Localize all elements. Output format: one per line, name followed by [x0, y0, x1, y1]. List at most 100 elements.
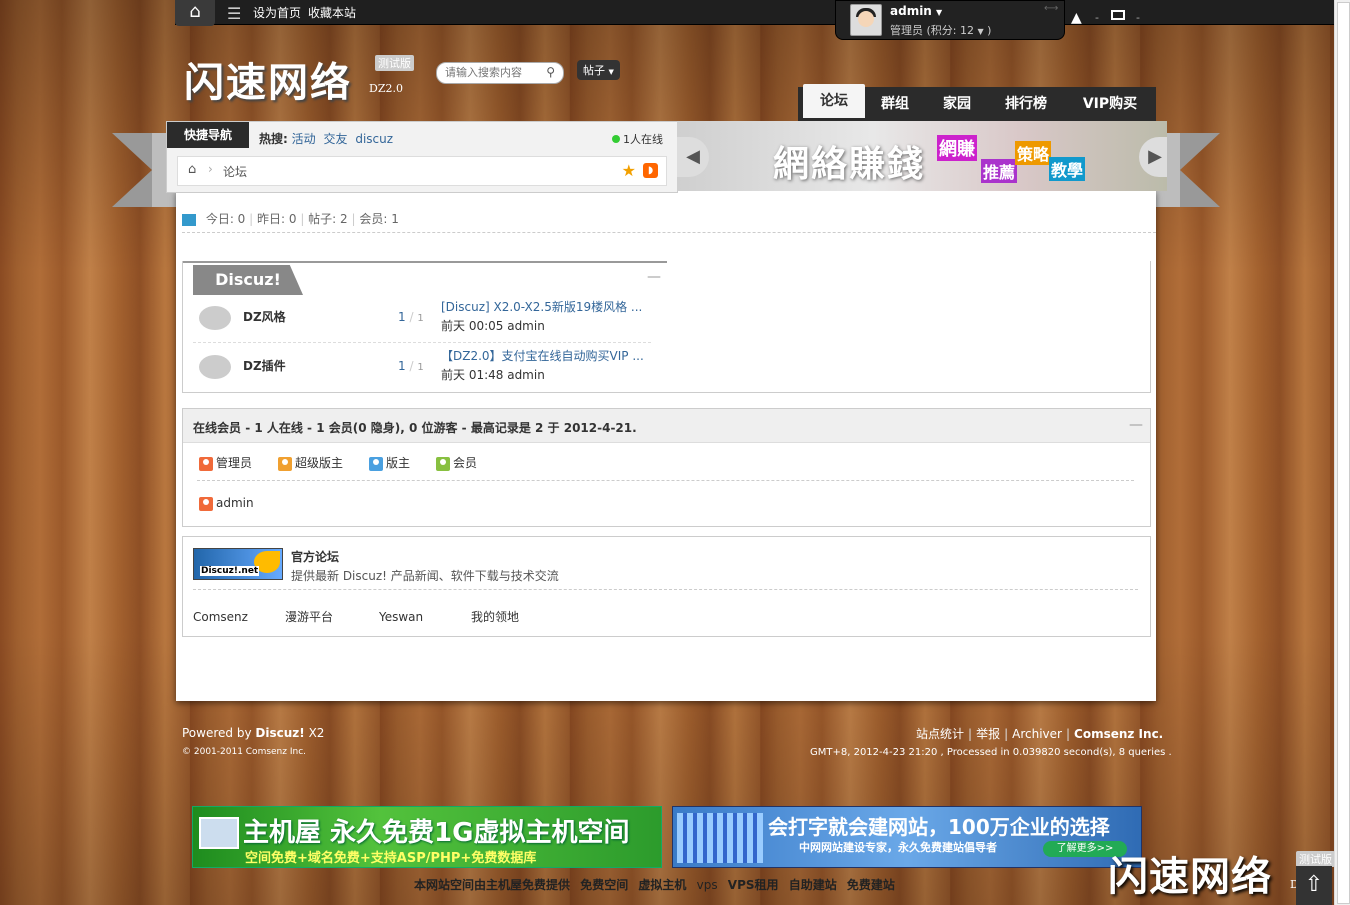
- ad-link[interactable]: 免费建站: [847, 878, 895, 892]
- star-icon[interactable]: ★: [622, 161, 636, 180]
- forum-row: DZ风格 1 / 1 [Discuz] X2.0-X2.5新版19楼风格 ...…: [193, 294, 651, 343]
- ad-link[interactable]: 免费空间: [580, 878, 628, 892]
- credits-menu[interactable]: (积分: 12: [927, 24, 975, 37]
- resize-icon[interactable]: ⟷: [1044, 3, 1058, 14]
- collapse-icon[interactable]: —: [1129, 417, 1143, 433]
- divider: [193, 589, 1138, 590]
- chevron-down-icon[interactable]: ▼: [978, 27, 984, 36]
- last-post-time[interactable]: 前天 00:05 admin: [441, 317, 545, 334]
- chevron-down-icon: ▼: [608, 68, 614, 76]
- hot-tag[interactable]: 交友: [323, 132, 347, 146]
- back-to-top-icon[interactable]: ⇧: [1296, 866, 1332, 905]
- category-title[interactable]: Discuz!: [193, 265, 303, 295]
- online-user: admin: [199, 496, 254, 511]
- quick-nav-bar: 快捷导航 热搜: 活动 交友 discuz 1人在线 ⌂ › 论坛 ★ ◗: [166, 121, 678, 193]
- archiver-link[interactable]: Archiver: [1012, 727, 1062, 741]
- quick-nav-button[interactable]: 快捷导航: [167, 122, 249, 148]
- home-icon[interactable]: ⌂: [175, 0, 215, 26]
- banner-text: 網絡賺錢: [773, 144, 926, 185]
- search-icon[interactable]: ⚲: [546, 65, 555, 79]
- username: admin: [890, 4, 932, 18]
- forum-row: DZ插件 1 / 1 【DZ2.0】支付宝在线自动购买VIP ... 前天 01…: [193, 343, 651, 391]
- ad-link[interactable]: VPS租用: [728, 878, 779, 892]
- mail-count: -: [1136, 11, 1140, 24]
- processed-info: GMT+8, 2012-4-23 21:20 , Processed in 0.…: [810, 747, 1172, 758]
- product-link[interactable]: Discuz!: [255, 726, 304, 740]
- username-menu[interactable]: admin ▼: [890, 4, 942, 18]
- hot-tag[interactable]: 活动: [292, 132, 316, 146]
- friend-link[interactable]: Yeswan: [379, 610, 423, 624]
- banner-tag: 策略: [1015, 141, 1052, 165]
- scroll-thumb[interactable]: [1337, 2, 1350, 904]
- discuz-logo[interactable]: Discuz!.net: [193, 548, 283, 580]
- chevron-right-icon[interactable]: ▶: [1139, 137, 1167, 177]
- home-icon[interactable]: ⌂: [188, 162, 196, 177]
- thread-count: 1: [398, 310, 406, 324]
- ad-text-links: 本网站空间由主机屋免费提供 免费空间 虚拟主机 vps VPS租用 自助建站 免…: [414, 876, 901, 893]
- friend-link[interactable]: 我的领地: [471, 608, 519, 625]
- alert-count: -: [1095, 11, 1099, 24]
- search-type-select[interactable]: 帖子 ▼: [577, 60, 620, 80]
- chart-icon: [182, 213, 196, 226]
- friend-link[interactable]: 漫游平台: [285, 608, 333, 625]
- corner-badge: 测试版: [1296, 851, 1335, 867]
- ad-banner-zhongwang[interactable]: 会打字就会建网站，100万企业的选择 中网网站建设专家，永久免费建站倡导者 了解…: [672, 806, 1142, 868]
- nav-forum[interactable]: 论坛: [803, 84, 865, 118]
- version-label: X2: [308, 726, 325, 740]
- ad-title: 会打字就会建网站，100万企业的选择: [768, 815, 1110, 839]
- rss-icon[interactable]: ◗: [643, 163, 658, 178]
- nav-ranking[interactable]: 排行榜: [996, 87, 1056, 121]
- nav-vip[interactable]: VIP购买: [1074, 87, 1146, 121]
- online-user-link[interactable]: admin: [216, 496, 254, 510]
- user-icon: [436, 456, 450, 471]
- ad-link[interactable]: vps: [697, 878, 718, 892]
- ad-link[interactable]: 虚拟主机: [638, 878, 686, 892]
- comsenz-link[interactable]: Comsenz Inc.: [1074, 727, 1163, 741]
- legend-member: 会员: [436, 454, 477, 471]
- set-home-link[interactable]: 设为首页: [253, 4, 301, 21]
- last-post-time[interactable]: 前天 01:48 admin: [441, 366, 545, 383]
- forum-stats: 今日: 0 | 昨日: 0 | 帖子: 2 | 会员: 1: [182, 210, 399, 227]
- online-count[interactable]: 1人在线: [612, 131, 663, 147]
- collapse-icon[interactable]: —: [647, 269, 661, 285]
- ad-link[interactable]: 自助建站: [789, 878, 837, 892]
- divider: [197, 480, 1134, 481]
- nav-groups[interactable]: 群组: [868, 87, 922, 121]
- forum-name[interactable]: DZ风格: [243, 308, 286, 325]
- ad-link[interactable]: 本网站空间由主机屋免费提供: [414, 878, 570, 892]
- main-nav: 论坛 群组 家园 排行榜 VIP购买: [798, 84, 1156, 121]
- report-link[interactable]: 举报: [976, 727, 1000, 741]
- ad-subtitle: 空间免费+域名免费+支持ASP/PHP+免费数据库: [245, 851, 537, 866]
- hot-tag[interactable]: discuz: [355, 132, 393, 146]
- forum-name[interactable]: DZ插件: [243, 357, 286, 374]
- stat-yesterday: 昨日: 0: [257, 212, 297, 226]
- chevron-left-icon[interactable]: ◀: [677, 137, 709, 177]
- stats-link[interactable]: 站点统计: [916, 727, 964, 741]
- legend-label: 会员: [453, 456, 478, 470]
- legend-label: 管理员: [216, 456, 253, 470]
- scrollbar[interactable]: [1334, 0, 1350, 905]
- friend-link[interactable]: Comsenz: [193, 610, 248, 624]
- mail-icon[interactable]: [1111, 10, 1125, 20]
- role-label: 管理员: [890, 24, 923, 37]
- menu-icon[interactable]: ☰: [227, 4, 241, 23]
- avatar[interactable]: [850, 4, 882, 36]
- search-input[interactable]: [443, 65, 543, 80]
- ad-banner-zhujiwu[interactable]: 主机屋 永久免费1G虚拟主机空间 空间免费+域名免费+支持ASP/PHP+免费数…: [192, 806, 662, 868]
- bookmark-link[interactable]: 收藏本站: [308, 4, 356, 21]
- beta-badge: 测试版: [375, 55, 414, 71]
- breadcrumb-forum[interactable]: 论坛: [223, 163, 247, 180]
- ribbon-left: [112, 133, 152, 207]
- online-title[interactable]: 在线会员: [193, 421, 241, 435]
- last-post-link[interactable]: [Discuz] X2.0-X2.5新版19楼风格 ...: [441, 298, 642, 315]
- alert-icon[interactable]: ▲: [1071, 10, 1082, 26]
- official-forum-link[interactable]: 官方论坛: [291, 548, 339, 565]
- corner-logo: 闪速网络: [1108, 854, 1272, 900]
- banner-ad[interactable]: 網絡賺錢 網賺 推薦 策略 教學 ◀ ▶: [677, 121, 1167, 191]
- user-icon: [199, 496, 213, 511]
- user-panel: admin ▼ 管理员 (积分: 12 ▼ ) ⟷: [835, 0, 1065, 40]
- last-post-link[interactable]: 【DZ2.0】支付宝在线自动购买VIP ...: [441, 347, 644, 364]
- people-graphic: [677, 813, 763, 863]
- site-logo[interactable]: 闪速网络: [184, 50, 352, 108]
- nav-home[interactable]: 家园: [930, 87, 984, 121]
